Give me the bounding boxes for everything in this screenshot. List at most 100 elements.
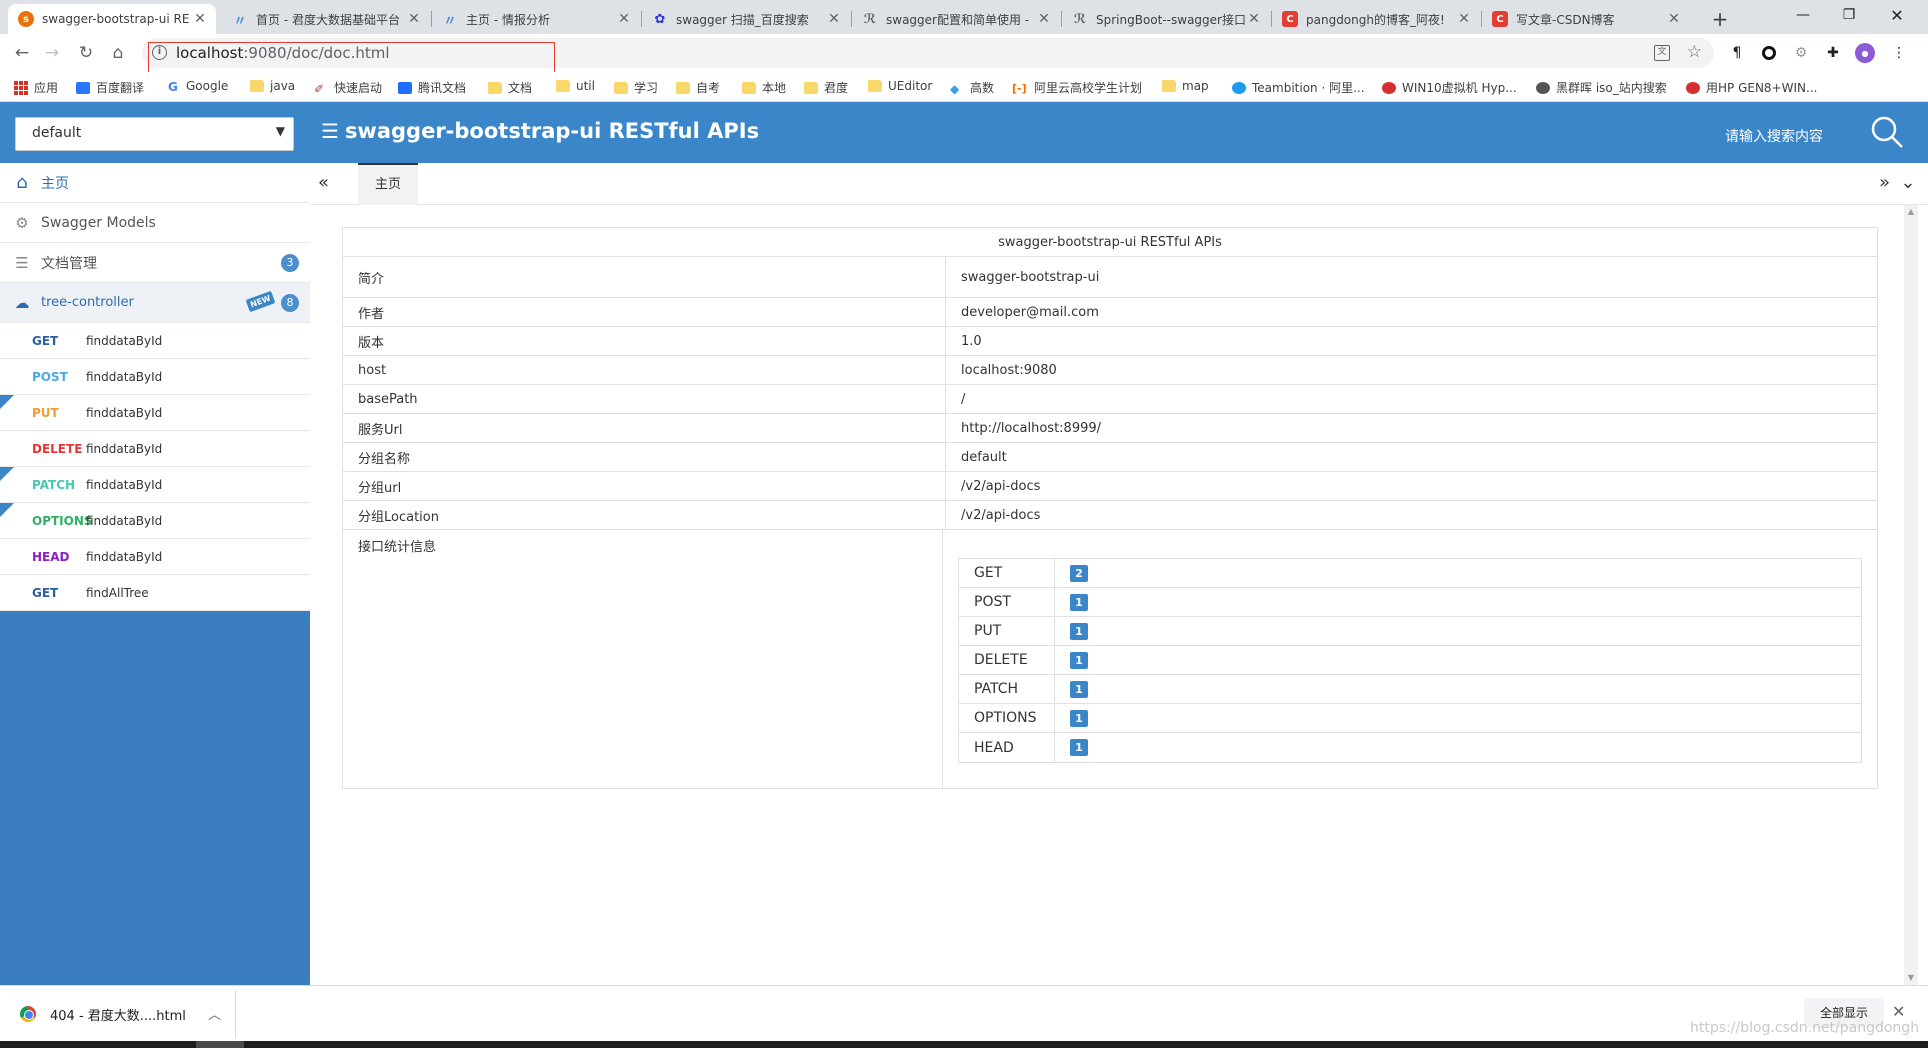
search-icon[interactable] — [1870, 115, 1904, 149]
bookmark-folder[interactable]: 本地 — [742, 79, 786, 96]
tab-options-chevron-icon[interactable]: ⌄ — [1894, 169, 1922, 197]
bookmark-item[interactable]: 用HP GEN8+WIN... — [1686, 79, 1817, 96]
bookmark-item[interactable]: ✐ 快速启动 — [314, 79, 382, 96]
api-item[interactable]: POST finddataById — [0, 359, 310, 395]
bookmark-folder[interactable]: java — [250, 79, 295, 93]
bookmark-label: 文档 — [508, 81, 533, 95]
info-row: 分组Location/v2/api-docs — [343, 501, 1877, 530]
extension-circle-icon[interactable] — [1758, 42, 1780, 64]
translate-icon[interactable]: 文 — [1654, 45, 1670, 61]
scroll-down-icon[interactable]: ▼ — [1904, 971, 1918, 985]
count-badge: 1 — [1070, 680, 1088, 698]
api-item[interactable]: HEAD finddataById — [0, 539, 310, 575]
folder-icon — [250, 80, 264, 92]
group-select[interactable]: default ▼ — [15, 117, 294, 151]
api-method: DELETE — [32, 441, 83, 456]
bookmark-folder[interactable]: 自考 — [676, 79, 720, 96]
scroll-tabs-right-icon[interactable]: » — [1879, 172, 1890, 193]
info-row: 作者 developer@mail.com — [343, 298, 1877, 327]
site-favicon-icon: 〃 — [443, 13, 457, 29]
api-item[interactable]: OPTIONS finddataById — [0, 503, 310, 539]
bookmark-label: 黑群晖 iso_站内搜索 — [1556, 81, 1667, 95]
bookmark-item[interactable]: [-] 阿里云高校学生计划 — [1012, 79, 1142, 96]
bookmark-item[interactable]: WIN10虚拟机 Hyp... — [1382, 79, 1517, 96]
api-item[interactable]: DELETE finddataById — [0, 431, 310, 467]
browser-tab-title: 主页 - 情报分析 — [466, 12, 550, 27]
close-tab-icon[interactable]: ✕ — [1246, 11, 1262, 27]
bookmark-item[interactable]: 百度翻译 — [76, 79, 144, 96]
profile-avatar[interactable]: ● — [1854, 42, 1876, 64]
sidebar-item-models[interactable]: ⚙ Swagger Models — [0, 203, 310, 243]
bookmark-label: 君度 — [824, 81, 849, 95]
sidebar-item-docs[interactable]: ☰ 文档管理 3 — [0, 243, 310, 283]
api-item[interactable]: GET findAllTree — [0, 575, 310, 611]
bookmark-item[interactable]: 黑群晖 iso_站内搜索 — [1536, 79, 1667, 96]
extension-gear-icon[interactable]: ⚙ — [1790, 42, 1812, 64]
download-item[interactable]: 404 - 君度大数....html ︿ — [8, 990, 236, 1038]
scroll-up-icon[interactable]: ▲ — [1904, 205, 1918, 219]
scroll-tabs-left-icon[interactable]: « — [318, 172, 329, 193]
bookmark-item[interactable]: G Google — [168, 79, 228, 94]
browser-tab[interactable]: ℛ swagger配置和简单使用 - ✕ — [852, 4, 1060, 34]
reload-button[interactable]: ↻ — [72, 39, 100, 67]
chevron-up-icon[interactable]: ︿ — [208, 1004, 221, 1023]
bookmark-item[interactable]: Teambition · 阿里... — [1232, 79, 1365, 96]
browser-tab[interactable]: C pangdongh的博客_阿夜! ✕ — [1272, 4, 1480, 34]
bookmark-folder[interactable]: 君度 — [804, 79, 848, 96]
bookmark-folder[interactable]: 文档 — [488, 79, 532, 96]
bookmark-folder[interactable]: util — [556, 79, 595, 93]
back-button[interactable]: ← — [8, 39, 36, 67]
close-icon[interactable]: ✕ — [1892, 1002, 1905, 1021]
bookmark-folder[interactable]: UEditor — [868, 79, 932, 93]
sidebar-item-label: tree-controller — [41, 295, 134, 310]
close-tab-icon[interactable]: ✕ — [1036, 11, 1052, 27]
sidebar-item-home[interactable]: ⌂ 主页 — [0, 163, 310, 203]
stats-count-cell: 1 — [1055, 704, 1861, 732]
browser-tab[interactable]: C 写文章-CSDN博客 ✕ — [1482, 4, 1690, 34]
menu-toggle-icon[interactable]: ☰ — [321, 119, 339, 143]
api-item[interactable]: GET finddataById — [0, 323, 310, 359]
bookmark-apps[interactable]: 应用 — [14, 79, 58, 96]
extensions-puzzle-icon[interactable]: ✚ — [1822, 42, 1844, 64]
close-tab-icon[interactable]: ✕ — [192, 11, 208, 27]
sidebar-item-tree-controller[interactable]: ☁ tree-controller NEW 8 — [0, 283, 310, 323]
close-tab-icon[interactable]: ✕ — [616, 11, 632, 27]
bookmark-folder[interactable]: map — [1162, 79, 1209, 93]
browser-tab[interactable]: 〃 主页 - 情报分析 ✕ — [432, 4, 640, 34]
stats-row: GET 2 — [959, 559, 1861, 588]
info-row: 版本 1.0 — [343, 327, 1877, 356]
info-key: 作者 — [343, 298, 946, 326]
browser-tab[interactable]: s swagger-bootstrap-ui RE ✕ — [8, 4, 216, 34]
browser-menu-icon[interactable]: ⋮ — [1888, 42, 1910, 64]
forward-button[interactable]: → — [38, 39, 66, 67]
close-window-button[interactable]: ✕ — [1874, 0, 1920, 30]
api-method: POST — [32, 369, 68, 384]
close-tab-icon[interactable]: ✕ — [1456, 11, 1472, 27]
document-icon: ☰ — [15, 253, 29, 272]
bookmark-star-icon[interactable]: ☆ — [1687, 42, 1702, 62]
bookmark-folder[interactable]: 学习 — [614, 79, 658, 96]
close-tab-icon[interactable]: ✕ — [406, 11, 422, 27]
browser-tab[interactable]: 〃 首页 - 君度大数据基础平台 ✕ — [222, 4, 430, 34]
api-item[interactable]: PUT finddataById — [0, 395, 310, 431]
bookmark-item[interactable]: 腾讯文档 — [398, 79, 466, 96]
extension-pilcrow-icon[interactable]: ¶ — [1726, 42, 1748, 64]
home-button[interactable]: ⌂ — [104, 39, 132, 67]
api-item[interactable]: PATCH finddataById — [0, 467, 310, 503]
folder-icon — [614, 81, 628, 94]
new-tab-button[interactable]: + — [1706, 5, 1734, 33]
close-tab-icon[interactable]: ✕ — [1666, 11, 1682, 27]
bookmark-item[interactable]: ◆ 高数 — [950, 79, 994, 96]
restore-button[interactable]: ❐ — [1826, 0, 1872, 30]
minimize-button[interactable]: — — [1780, 0, 1826, 30]
folder-icon — [742, 81, 756, 94]
bookmark-label: UEditor — [888, 79, 933, 93]
page-scrollbar[interactable]: ▲ ▼ — [1904, 205, 1918, 985]
info-value: / — [961, 391, 966, 407]
close-tab-icon[interactable]: ✕ — [826, 11, 842, 27]
browser-tab[interactable]: ℛ SpringBoot--swagger接口 ✕ — [1062, 4, 1270, 34]
tab-home[interactable]: 主页 — [358, 163, 418, 205]
search-input[interactable]: 请输入搜索内容 — [1725, 126, 1823, 146]
browser-tab[interactable]: ✿ swagger 扫描_百度搜索 ✕ — [642, 4, 850, 34]
bookmark-label: WIN10虚拟机 Hyp... — [1402, 81, 1517, 95]
